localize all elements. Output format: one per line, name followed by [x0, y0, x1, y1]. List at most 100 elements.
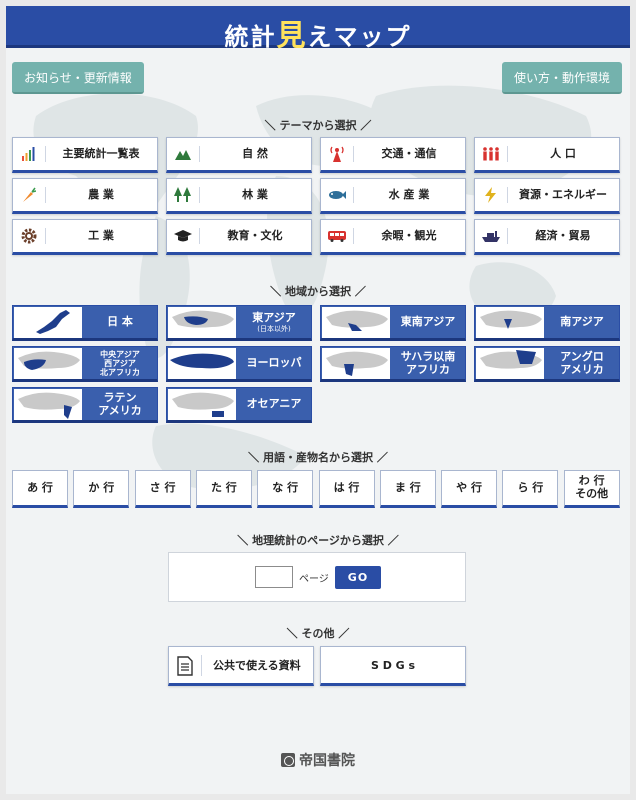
theme-label: 水 産 業	[388, 188, 430, 201]
title-highlight: 見	[276, 18, 308, 52]
region-label: ヨーロッパ	[237, 347, 311, 380]
title-part: 統計	[224, 23, 277, 51]
section-title-other: ＼ その他 ／	[286, 627, 350, 640]
theme-button[interactable]: 余暇・観光	[320, 219, 466, 255]
kana-button[interactable]: や 行	[441, 470, 498, 508]
region-button[interactable]: サハラ以南 アフリカ	[320, 346, 466, 382]
region-label: サハラ以南 アフリカ	[391, 347, 465, 380]
gear-icon	[13, 220, 45, 252]
region-name: オセアニア	[246, 397, 302, 411]
theme-button[interactable]: 林 業	[166, 178, 312, 214]
trees-icon	[167, 179, 199, 211]
region-button[interactable]: 東アジア (日本以外)	[166, 305, 312, 341]
kana-button[interactable]: は 行	[318, 470, 375, 508]
region-button[interactable]: 日 本	[12, 305, 158, 341]
section-title-page: ＼ 地理統計のページから選択 ／	[237, 534, 399, 547]
divider	[201, 655, 202, 676]
region-name: 東南アジア	[400, 315, 456, 329]
carrot-icon	[13, 179, 45, 211]
region-name: サハラ以南 アフリカ	[400, 349, 456, 376]
publisher-name: 帝国書院	[299, 753, 355, 769]
theme-label: 主要統計一覧表	[62, 147, 140, 160]
ship-icon	[475, 220, 507, 252]
theme-button[interactable]: 水 産 業	[320, 178, 466, 214]
theme-button[interactable]: 教育・文化	[166, 219, 312, 255]
region-sublabel: (日本以外)	[257, 324, 291, 333]
region-label: ラテン アメリカ	[83, 388, 157, 421]
theme-label: 交通・通信	[381, 147, 437, 160]
region-map-thumbnail	[168, 389, 236, 420]
public-materials-button[interactable]: 公共で使える資料	[168, 646, 314, 686]
app-title: 統計見えマップ	[6, 12, 630, 54]
region-map-thumbnail	[476, 348, 544, 379]
theme-button[interactable]: 主要統計一覧表	[12, 137, 158, 173]
theme-label: 人 口	[550, 147, 576, 160]
kana-button[interactable]: ら 行	[502, 470, 559, 508]
region-map-thumbnail	[14, 389, 82, 420]
kana-button[interactable]: た 行	[195, 470, 252, 508]
region-name: 日 本	[107, 315, 133, 329]
region-map-thumbnail	[476, 307, 544, 338]
document-icon	[177, 656, 193, 676]
publisher-seal-icon	[281, 753, 295, 767]
region-map-thumbnail	[14, 348, 82, 379]
theme-button[interactable]: 自 然	[166, 137, 312, 173]
usage-button[interactable]: 使い方・動作環境	[501, 62, 622, 94]
region-label: アングロ アメリカ	[545, 347, 619, 380]
go-button[interactable]: GO	[335, 566, 381, 589]
fish-icon	[321, 179, 353, 211]
region-name: ヨーロッパ	[246, 356, 302, 370]
theme-label: 資源・エネルギー	[519, 188, 607, 201]
kana-button[interactable]: な 行	[257, 470, 314, 508]
region-label: 日 本	[83, 306, 157, 339]
region-button[interactable]: オセアニア	[166, 387, 312, 423]
region-map-thumbnail	[168, 307, 236, 338]
sdgs-button[interactable]: S D G s	[320, 646, 466, 686]
region-label: 東アジア (日本以外)	[237, 306, 311, 339]
region-map-thumbnail	[322, 348, 390, 379]
app-header: 統計見えマップ	[6, 6, 630, 52]
kana-button[interactable]: わ 行 その他	[563, 470, 620, 508]
region-button[interactable]: 南アジア	[474, 305, 620, 341]
region-label: オセアニア	[237, 388, 311, 421]
bar-chart-icon	[13, 138, 45, 170]
kana-button[interactable]: か 行	[73, 470, 130, 508]
region-button[interactable]: アングロ アメリカ	[474, 346, 620, 382]
theme-button[interactable]: 工 業	[12, 219, 158, 255]
public-materials-label: 公共で使える資料	[213, 659, 301, 672]
section-title-term: ＼ 用語・産物名から選択 ／	[248, 451, 388, 464]
people-icon	[475, 138, 507, 170]
page-number-input[interactable]	[255, 566, 293, 588]
theme-label: 工 業	[88, 229, 114, 242]
theme-button[interactable]: 資源・エネルギー	[474, 178, 620, 214]
region-map-thumbnail	[14, 307, 82, 338]
region-name: 東アジア	[252, 311, 296, 325]
region-label: 東南アジア	[391, 306, 465, 339]
kana-button[interactable]: さ 行	[134, 470, 191, 508]
theme-button[interactable]: 経済・貿易	[474, 219, 620, 255]
region-name: ラテン アメリカ	[98, 390, 142, 417]
kana-button[interactable]: あ 行	[12, 470, 68, 508]
news-button[interactable]: お知らせ・更新情報	[12, 62, 144, 94]
region-name: 南アジア	[560, 315, 604, 329]
region-map-thumbnail	[322, 307, 390, 338]
region-button[interactable]: ヨーロッパ	[166, 346, 312, 382]
theme-label: 林 業	[242, 188, 268, 201]
region-button[interactable]: 東南アジア	[320, 305, 466, 341]
region-button[interactable]: ラテン アメリカ	[12, 387, 158, 423]
section-title-theme: ＼ テーマから選択 ／	[264, 119, 372, 132]
kana-button[interactable]: ま 行	[379, 470, 436, 508]
region-name: 中央アジア 西アジア 北アフリカ	[100, 349, 140, 378]
theme-label: 教育・文化	[227, 229, 283, 242]
section-title-region: ＼ 地域から選択 ／	[270, 285, 366, 298]
theme-button[interactable]: 人 口	[474, 137, 620, 173]
region-button[interactable]: 中央アジア 西アジア 北アフリカ	[12, 346, 158, 382]
page-search-box: ページ GO	[168, 552, 466, 602]
theme-button[interactable]: 交通・通信	[320, 137, 466, 173]
sdgs-label: S D G s	[370, 659, 416, 672]
theme-label: 自 然	[242, 147, 268, 160]
publisher-logo: 帝国書院	[6, 750, 630, 770]
region-label: 中央アジア 西アジア 北アフリカ	[83, 347, 157, 380]
theme-button[interactable]: 農 業	[12, 178, 158, 214]
app-frame: 統計見えマップ お知らせ・更新情報 使い方・動作環境 ＼ テーマから選択 ／ 主…	[6, 6, 630, 794]
